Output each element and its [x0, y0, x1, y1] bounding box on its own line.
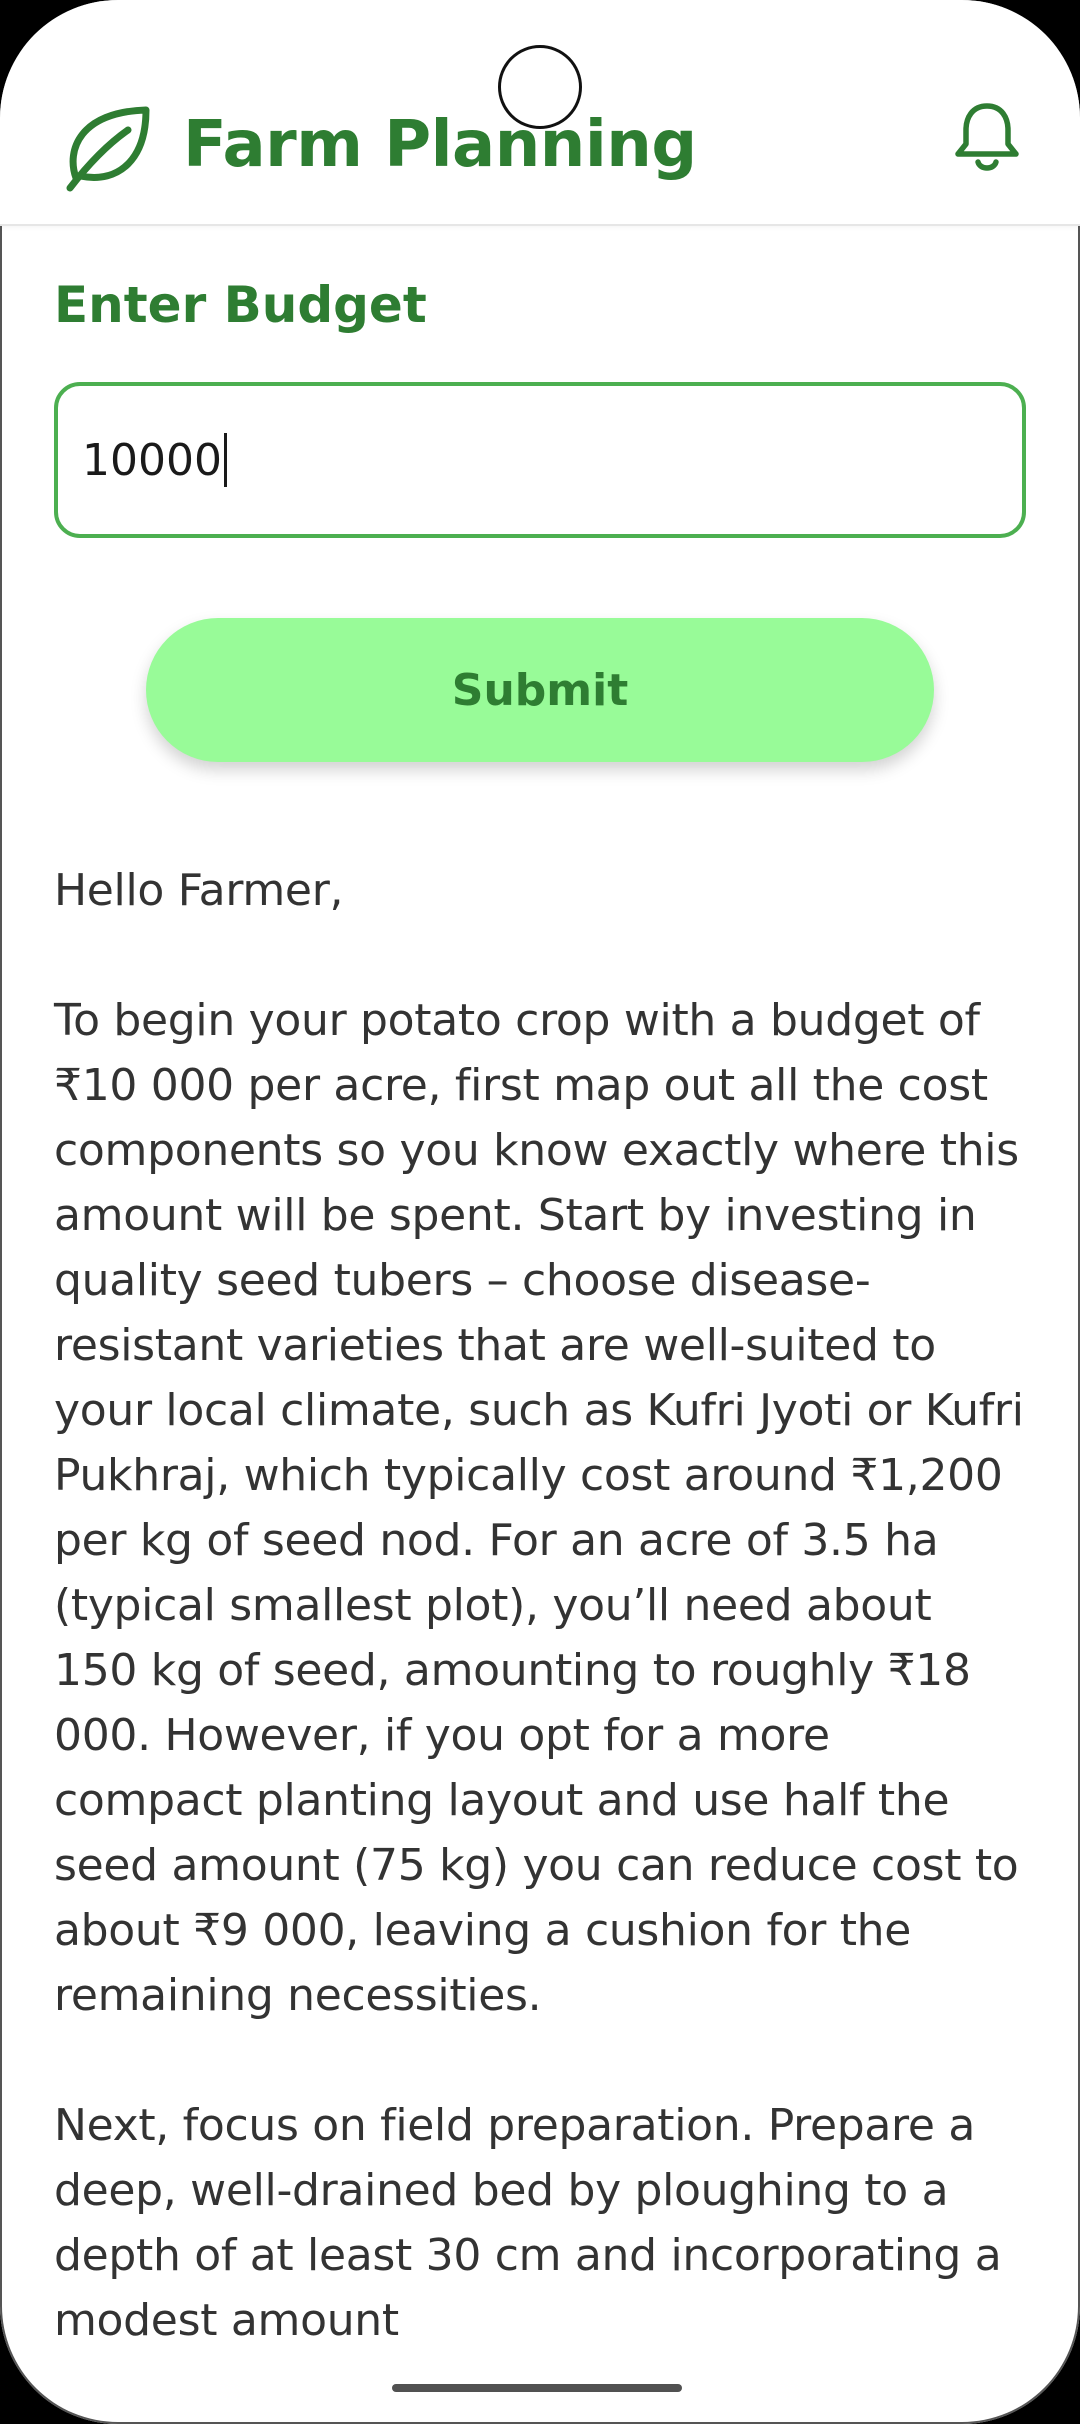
submit-button[interactable]: Submit	[146, 618, 934, 762]
response-text: Hello Farmer, To begin your potato crop …	[54, 858, 1026, 2418]
response-greeting: Hello Farmer,	[54, 865, 344, 916]
home-indicator[interactable]	[392, 2384, 682, 2392]
leaf-icon	[66, 106, 150, 192]
bell-icon[interactable]	[950, 100, 1024, 174]
front-camera	[498, 45, 582, 129]
enter-budget-label: Enter Budget	[54, 276, 427, 334]
budget-input[interactable]: 10000	[54, 382, 1026, 538]
response-paragraph: To begin your potato crop with a budget …	[54, 995, 1024, 2021]
budget-input-value[interactable]: 10000	[82, 435, 222, 486]
phone-screen: Farm Planning Enter Budget 10000 Submit …	[0, 0, 1080, 2424]
response-paragraph: Next, focus on field preparation. Prepar…	[54, 2100, 1002, 2346]
app-title: Farm Planning	[183, 108, 697, 182]
text-caret	[223, 433, 227, 487]
